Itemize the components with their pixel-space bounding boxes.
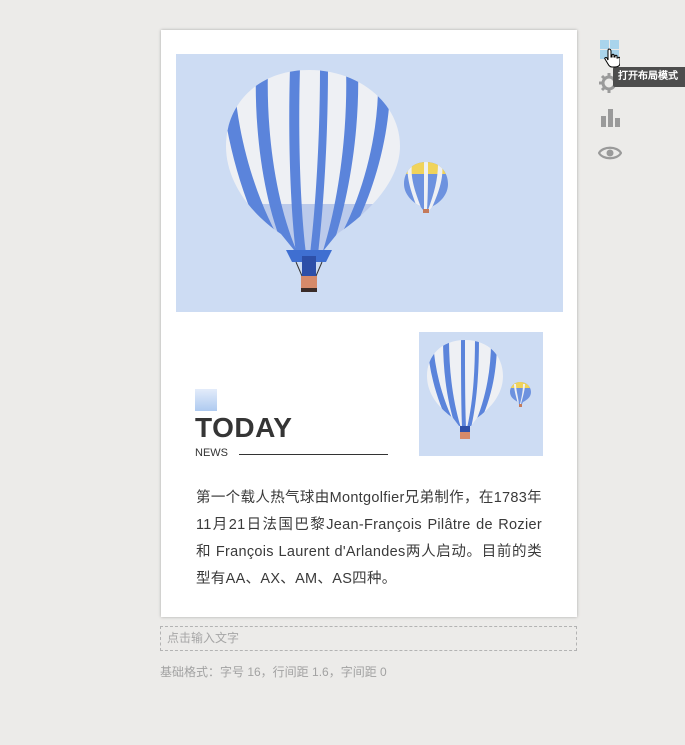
- eye-preview-icon[interactable]: [597, 141, 623, 165]
- hero-image[interactable]: [176, 54, 563, 312]
- thumbnail-image[interactable]: [419, 332, 543, 456]
- today-accent-square: [195, 389, 217, 411]
- hot-air-balloon-image: [226, 70, 448, 292]
- article-body-text[interactable]: 第一个载人热气球由Montgolfier兄弟制作，在1783年11月21日法国巴…: [196, 485, 542, 593]
- bar-chart-icon[interactable]: [598, 106, 622, 130]
- layout-mode-tooltip: 打开布局模式: [613, 67, 685, 87]
- text-input-field[interactable]: 点击输入文字: [160, 626, 577, 651]
- news-divider: [239, 454, 388, 455]
- hand-pointer-cursor-icon: [604, 48, 621, 68]
- today-title[interactable]: TODAY: [195, 411, 292, 445]
- hot-air-balloon-thumbnail: [427, 340, 531, 439]
- news-label[interactable]: NEWS: [195, 446, 228, 460]
- article-card[interactable]: TODAY NEWS 第一个载人热气球由Montgolfier兄弟制作，在178…: [161, 30, 577, 617]
- format-info: 基础格式：字号 16，行间距 1.6，字间距 0: [160, 665, 387, 679]
